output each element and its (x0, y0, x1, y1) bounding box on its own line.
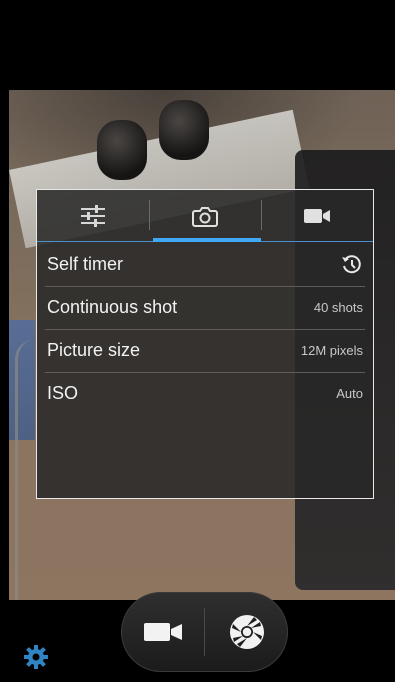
setting-iso[interactable]: ISO Auto (37, 372, 373, 415)
viewfinder-scene-plug (97, 120, 147, 180)
setting-label: ISO (47, 383, 79, 403)
settings-tabs (37, 190, 373, 242)
tab-photo-settings[interactable] (149, 190, 261, 242)
setting-label: Continuous shot (47, 297, 178, 317)
setting-label: Self timer (47, 254, 124, 274)
setting-label: Picture size (47, 340, 141, 360)
tab-general-settings[interactable] (37, 190, 149, 242)
tab-video-settings[interactable] (261, 190, 373, 242)
sliders-icon (81, 205, 105, 227)
setting-value: 40 shots (313, 300, 363, 315)
shutter-button[interactable] (205, 592, 288, 672)
video-camera-icon (143, 623, 182, 641)
settings-list: Self timer Continuous shot 40 shots Pict… (37, 243, 373, 415)
viewfinder-scene-cable (15, 340, 34, 600)
capture-controls (121, 592, 288, 672)
timer-icon (342, 254, 361, 273)
camera-settings-panel: Self timer Continuous shot 40 shots Pict… (36, 189, 374, 499)
setting-self-timer[interactable]: Self timer (37, 243, 373, 286)
video-camera-icon (304, 209, 330, 223)
camera-icon (192, 207, 218, 227)
switch-to-video-button[interactable] (121, 592, 204, 672)
setting-picture-size[interactable]: Picture size 12M pixels (37, 329, 373, 372)
gear-icon[interactable] (22, 643, 50, 671)
selected-tab-indicator (153, 238, 261, 242)
setting-continuous-shot[interactable]: Continuous shot 40 shots (37, 286, 373, 329)
viewfinder-scene-plug (159, 100, 209, 160)
setting-value: Auto (336, 386, 363, 401)
shutter-aperture-icon (229, 615, 264, 649)
setting-value: 12M pixels (300, 343, 363, 358)
